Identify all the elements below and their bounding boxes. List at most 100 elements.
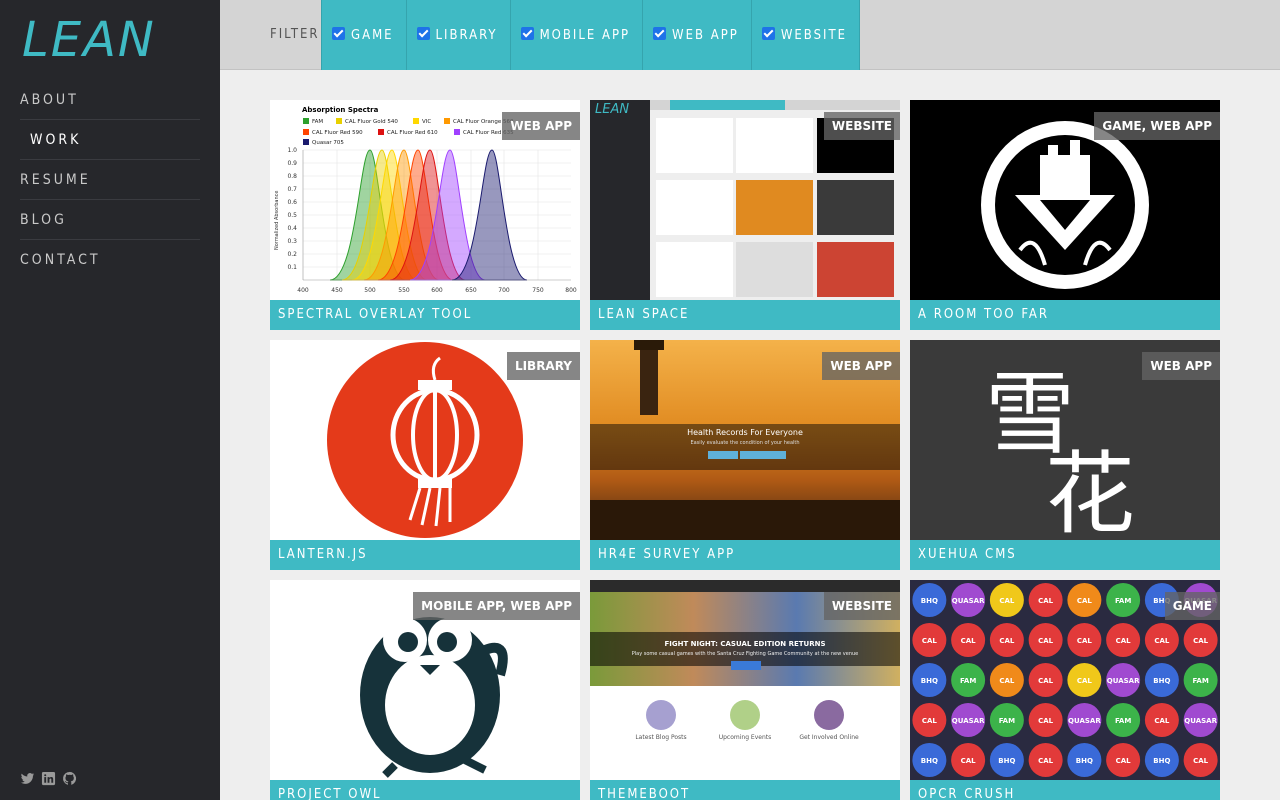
opcr-tile-label: FAM xyxy=(1115,597,1131,605)
themeboot-hero-subtitle: Play some casual games with the Santa Cr… xyxy=(631,651,859,657)
nav-item-work[interactable]: WORK xyxy=(20,120,200,160)
nav-item-blog[interactable]: BLOG xyxy=(20,200,200,240)
project-tag: WEB APP xyxy=(822,352,900,380)
svg-text:1.0: 1.0 xyxy=(287,147,297,154)
legend-swatch xyxy=(413,118,419,124)
legend-entry: Quasar 705 xyxy=(312,140,344,146)
filter-mobile-app-checkbox[interactable] xyxy=(520,26,534,40)
opcr-tile-label: BHQ xyxy=(1153,677,1170,685)
opcr-tile-label: CAL xyxy=(1116,757,1132,765)
project-tag: WEBSITE xyxy=(823,112,900,140)
project-title[interactable]: HR4E SURVEY APP xyxy=(590,540,900,570)
filter-library[interactable]: LIBRARY xyxy=(405,0,510,70)
project-tag: WEB APP xyxy=(502,112,580,140)
project-card-opcr-crush[interactable]: BHQ QUASAR CAL CAL CAL FAM BHQ QUASAR CAL CAL CAL C… xyxy=(910,580,1220,800)
linkedin-icon[interactable] xyxy=(41,771,56,786)
project-card-project-owl[interactable]: MOBILE APP, WEB APP PROJECT OWL xyxy=(270,580,580,800)
nav-item-contact[interactable]: CONTACT xyxy=(20,240,200,280)
legend-swatch xyxy=(303,139,309,145)
project-card-hr4e-survey-app[interactable]: Health Records For Everyone Easily evalu… xyxy=(590,340,900,570)
svg-text:400: 400 xyxy=(297,287,309,294)
opcr-tile-label: CAL xyxy=(999,637,1015,645)
filter-website-checkbox[interactable] xyxy=(761,26,775,40)
svg-text:0.2: 0.2 xyxy=(287,251,297,258)
filter-website[interactable]: WEBSITE xyxy=(750,0,860,70)
opcr-tile-label: CAL xyxy=(1154,637,1170,645)
opcr-tile-label: CAL xyxy=(1077,677,1093,685)
project-card-a-room-too-far[interactable]: GAME, WEB APP A ROOM TOO FAR xyxy=(910,100,1220,330)
opcr-tile-label: FAM xyxy=(1115,717,1131,725)
site-logo[interactable]: LEAN xyxy=(22,12,156,68)
project-card-themeboot[interactable]: FIGHT NIGHT: CASUAL EDITION RETURNS Play… xyxy=(590,580,900,800)
filter-label: FILTER xyxy=(270,27,320,42)
svg-text:550: 550 xyxy=(398,287,410,294)
opcr-tile-label: CAL xyxy=(1193,757,1209,765)
project-card-lean-space[interactable]: LEAN WEBSITE LEAN SPACE xyxy=(590,100,900,330)
filter-mobile-app-label: MOBILE APP xyxy=(539,27,631,43)
svg-text:500: 500 xyxy=(364,287,376,294)
project-title[interactable]: SPECTRAL OVERLAY TOOL xyxy=(270,300,580,330)
project-tag: LIBRARY xyxy=(506,352,580,380)
opcr-tile-label: CAL xyxy=(999,597,1015,605)
opcr-tile-label: QUASAR xyxy=(1107,677,1140,685)
svg-text:750: 750 xyxy=(532,287,544,294)
project-tag: WEBSITE xyxy=(823,592,900,620)
legend-swatch xyxy=(336,118,342,124)
opcr-tile-label: BHQ xyxy=(921,757,938,765)
project-title[interactable]: THEMEBOOT xyxy=(590,780,900,800)
svg-text:800: 800 xyxy=(565,287,577,294)
project-title[interactable]: LEAN SPACE xyxy=(590,300,900,330)
svg-text:花: 花 xyxy=(1045,442,1135,540)
y-tick-labels: 1.0 0.9 0.8 0.7 0.6 0.5 0.4 0.3 0.2 0.1 xyxy=(287,147,297,271)
nav-item-about[interactable]: ABOUT xyxy=(20,80,200,120)
svg-text:700: 700 xyxy=(498,287,510,294)
legend-entry: CAL Fluor Red 610 xyxy=(387,130,438,136)
legend-swatch xyxy=(378,129,384,135)
filter-library-checkbox[interactable] xyxy=(416,26,430,40)
legend-entry: FAM xyxy=(312,119,323,125)
filter-web-app-checkbox[interactable] xyxy=(653,26,667,40)
svg-text:0.9: 0.9 xyxy=(287,160,297,167)
project-title[interactable]: LANTERN.JS xyxy=(270,540,580,570)
opcr-tile-label: CAL xyxy=(1154,717,1170,725)
github-icon[interactable] xyxy=(62,771,77,786)
filter-website-label: WEBSITE xyxy=(780,27,847,43)
svg-text:0.7: 0.7 xyxy=(287,186,297,193)
filter-web-app[interactable]: WEB APP xyxy=(642,0,751,70)
nav-item-resume[interactable]: RESUME xyxy=(20,160,200,200)
svg-text:0.1: 0.1 xyxy=(287,264,297,271)
svg-text:0.3: 0.3 xyxy=(287,238,297,245)
project-tag: WEB APP xyxy=(1142,352,1220,380)
project-tag: MOBILE APP, WEB APP xyxy=(413,592,580,620)
project-title[interactable]: A ROOM TOO FAR xyxy=(910,300,1220,330)
project-title[interactable]: PROJECT OWL xyxy=(270,780,580,800)
svg-text:600: 600 xyxy=(431,287,443,294)
chart-legend: FAM CAL Fluor Gold 540 VIC CAL Fluor Ora… xyxy=(303,118,514,146)
filter-game-checkbox[interactable] xyxy=(332,26,345,40)
filter-mobile-app[interactable]: MOBILE APP xyxy=(509,0,643,70)
opcr-tile-label: CAL xyxy=(1038,597,1054,605)
opcr-tile-label: FAM xyxy=(999,717,1015,725)
legend-swatch xyxy=(444,118,450,124)
opcr-tile-label: CAL xyxy=(1038,677,1054,685)
project-card-xuehua-cms[interactable]: 雪 花 WEB APP XUEHUA CMS xyxy=(910,340,1220,570)
opcr-tile-label: FAM xyxy=(1192,677,1208,685)
filter-game[interactable]: GAME xyxy=(321,0,406,70)
legend-entry: CAL Fluor Gold 540 xyxy=(345,119,398,125)
project-title[interactable]: OPCR CRUSH xyxy=(910,780,1220,800)
opcr-tile-label: CAL xyxy=(922,717,938,725)
legend-swatch xyxy=(303,129,309,135)
legend-entry: VIC xyxy=(422,119,431,125)
opcr-tile-label: CAL xyxy=(1077,637,1093,645)
svg-text:650: 650 xyxy=(465,287,477,294)
main-nav: ABOUT WORK RESUME BLOG CONTACT xyxy=(20,80,200,280)
project-card-spectral-overlay-tool[interactable]: Absorption Spectra FAM CAL Fluor Gold 54… xyxy=(270,100,580,330)
svg-text:0.5: 0.5 xyxy=(287,212,297,219)
twitter-icon[interactable] xyxy=(20,771,35,786)
opcr-tile-label: FAM xyxy=(960,677,976,685)
project-card-lantern-js[interactable]: LIBRARY LANTERN.JS xyxy=(270,340,580,570)
opcr-tile-label: QUASAR xyxy=(1184,717,1217,725)
sidebar: LEAN ABOUT WORK RESUME BLOG CONTACT xyxy=(0,0,220,800)
opcr-tile-label: BHQ xyxy=(921,597,938,605)
project-title[interactable]: XUEHUA CMS xyxy=(910,540,1220,570)
